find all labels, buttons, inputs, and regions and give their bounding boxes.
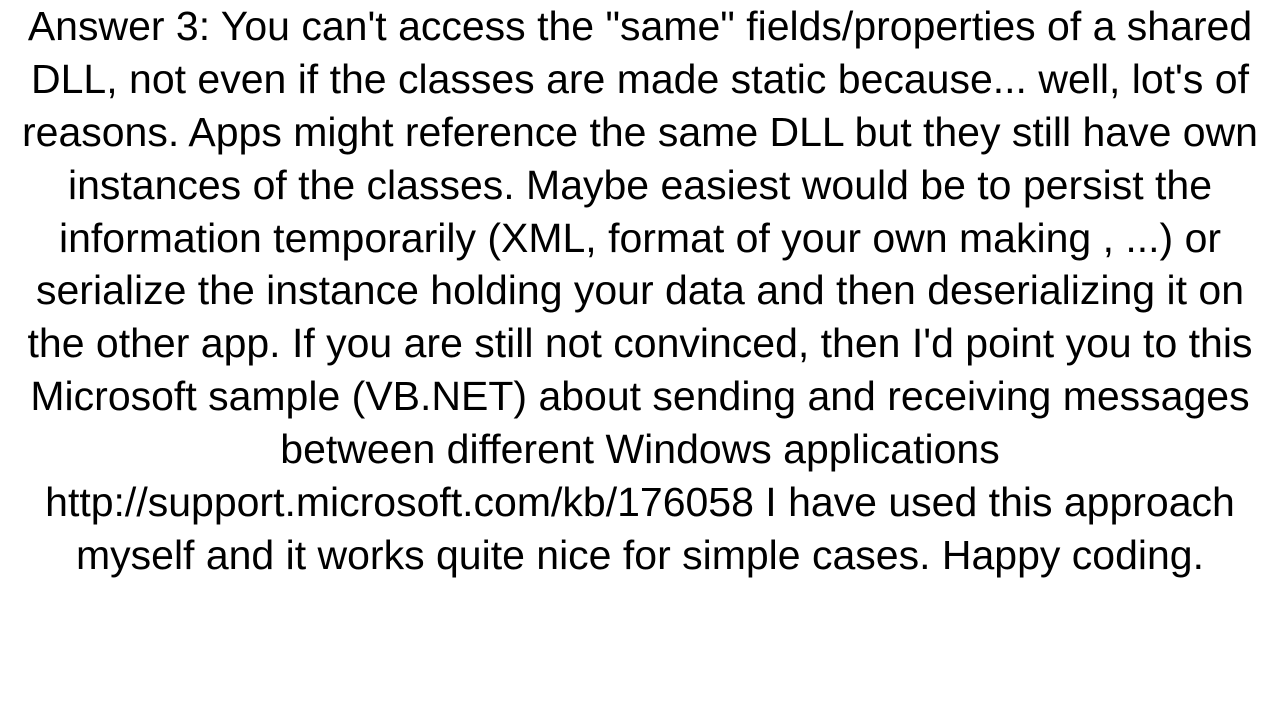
answer-text: Answer 3: You can't access the "same" fi…: [10, 0, 1270, 582]
document-body: Answer 3: You can't access the "same" fi…: [0, 0, 1280, 720]
